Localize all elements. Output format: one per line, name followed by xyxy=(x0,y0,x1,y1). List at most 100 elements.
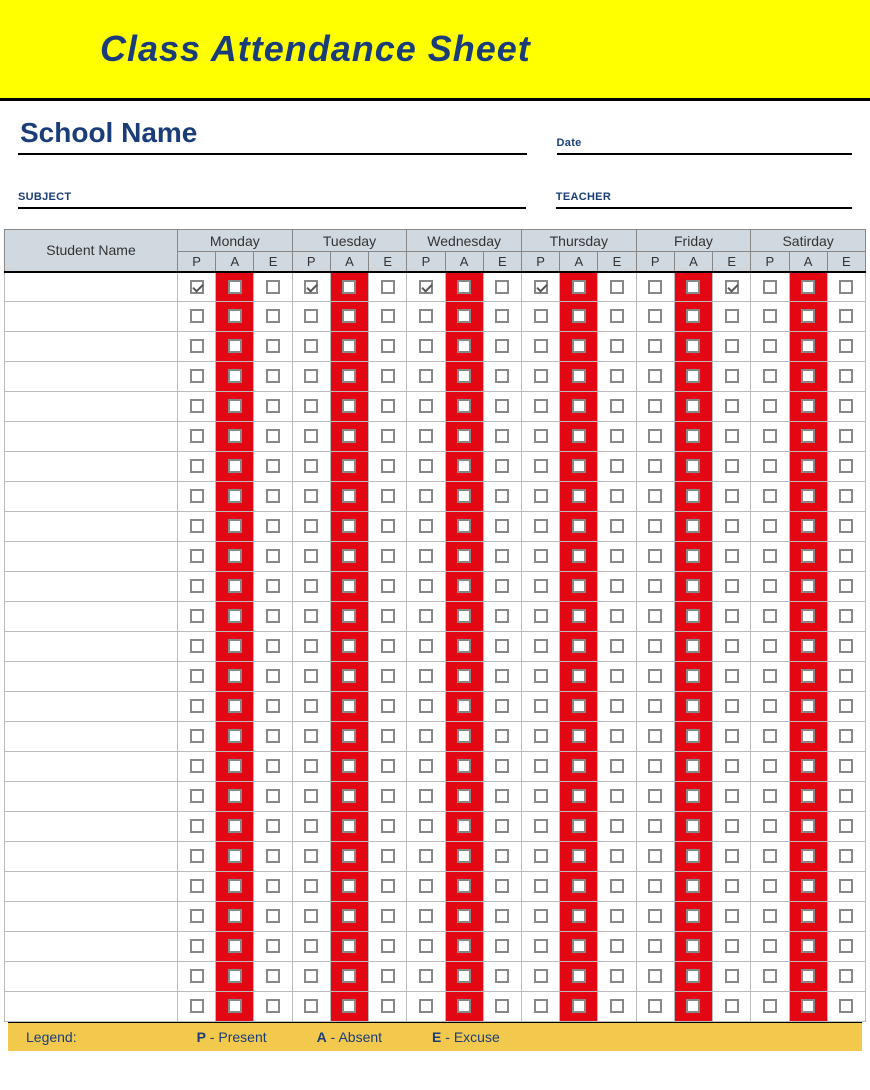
checkbox[interactable] xyxy=(686,280,700,294)
checkbox[interactable] xyxy=(381,579,395,593)
checkbox[interactable] xyxy=(725,849,739,863)
checkbox[interactable] xyxy=(572,969,586,983)
checkbox[interactable] xyxy=(457,909,471,923)
checkbox[interactable] xyxy=(342,999,356,1013)
checkbox[interactable] xyxy=(457,609,471,623)
checkbox[interactable] xyxy=(266,399,280,413)
checkbox[interactable] xyxy=(725,369,739,383)
checkbox[interactable] xyxy=(342,759,356,773)
checkbox[interactable] xyxy=(610,669,624,683)
checkbox[interactable] xyxy=(228,579,242,593)
checkbox[interactable] xyxy=(419,519,433,533)
checkbox[interactable] xyxy=(457,309,471,323)
checkbox[interactable] xyxy=(686,909,700,923)
checkbox[interactable] xyxy=(304,849,318,863)
checkbox[interactable] xyxy=(648,369,662,383)
checkbox[interactable] xyxy=(725,579,739,593)
checkbox[interactable] xyxy=(648,459,662,473)
checkbox[interactable] xyxy=(839,669,853,683)
checkbox[interactable] xyxy=(572,339,586,353)
checkbox[interactable] xyxy=(534,759,548,773)
checkbox[interactable] xyxy=(839,549,853,563)
checkbox[interactable] xyxy=(304,399,318,413)
checkbox[interactable] xyxy=(190,729,204,743)
checkbox[interactable] xyxy=(381,369,395,383)
checkbox[interactable] xyxy=(381,969,395,983)
checkbox[interactable] xyxy=(801,849,815,863)
checkbox[interactable] xyxy=(457,459,471,473)
checkbox[interactable] xyxy=(801,489,815,503)
checkbox[interactable] xyxy=(266,789,280,803)
checkbox[interactable] xyxy=(304,759,318,773)
checkbox[interactable] xyxy=(725,669,739,683)
checkbox[interactable] xyxy=(419,339,433,353)
student-name-cell[interactable] xyxy=(5,782,178,812)
checkbox[interactable] xyxy=(686,789,700,803)
checkbox[interactable] xyxy=(419,699,433,713)
checkbox[interactable] xyxy=(266,459,280,473)
checkbox[interactable] xyxy=(342,939,356,953)
checkbox[interactable] xyxy=(495,969,509,983)
checkbox[interactable] xyxy=(381,339,395,353)
checkbox[interactable] xyxy=(266,849,280,863)
checkbox[interactable] xyxy=(572,669,586,683)
checkbox[interactable] xyxy=(190,969,204,983)
checkbox[interactable] xyxy=(419,729,433,743)
checkbox[interactable] xyxy=(572,399,586,413)
checkbox[interactable] xyxy=(304,699,318,713)
checkbox[interactable] xyxy=(648,879,662,893)
student-name-cell[interactable] xyxy=(5,872,178,902)
checkbox[interactable] xyxy=(763,849,777,863)
checkbox[interactable] xyxy=(495,699,509,713)
checkbox[interactable] xyxy=(304,579,318,593)
checkbox[interactable] xyxy=(342,309,356,323)
checkbox[interactable] xyxy=(457,369,471,383)
checkbox[interactable] xyxy=(763,369,777,383)
checkbox[interactable] xyxy=(228,969,242,983)
checkbox[interactable] xyxy=(266,819,280,833)
student-name-cell[interactable] xyxy=(5,932,178,962)
checkbox[interactable] xyxy=(457,339,471,353)
student-name-cell[interactable] xyxy=(5,302,178,332)
checkbox[interactable] xyxy=(572,280,586,294)
checkbox[interactable] xyxy=(342,280,356,294)
checkbox[interactable] xyxy=(266,729,280,743)
checkbox[interactable] xyxy=(648,819,662,833)
checkbox[interactable] xyxy=(457,729,471,743)
checkbox[interactable] xyxy=(801,579,815,593)
checkbox[interactable] xyxy=(763,280,777,294)
checkbox[interactable] xyxy=(381,759,395,773)
checkbox[interactable] xyxy=(495,849,509,863)
checkbox[interactable] xyxy=(839,879,853,893)
subject-field[interactable]: SUBJECT xyxy=(18,181,526,209)
checkbox[interactable] xyxy=(495,369,509,383)
checkbox[interactable] xyxy=(610,729,624,743)
checkbox[interactable] xyxy=(686,399,700,413)
checkbox[interactable] xyxy=(266,969,280,983)
checkbox[interactable] xyxy=(686,939,700,953)
checkbox[interactable] xyxy=(228,669,242,683)
checkbox[interactable] xyxy=(572,519,586,533)
checkbox[interactable] xyxy=(342,609,356,623)
checkbox[interactable] xyxy=(610,399,624,413)
checkbox[interactable] xyxy=(572,729,586,743)
checkbox[interactable] xyxy=(610,969,624,983)
checkbox[interactable] xyxy=(610,999,624,1013)
checkbox[interactable] xyxy=(457,399,471,413)
checkbox[interactable] xyxy=(304,939,318,953)
checkbox[interactable] xyxy=(610,459,624,473)
checkbox[interactable] xyxy=(381,789,395,803)
checkbox[interactable] xyxy=(648,969,662,983)
student-name-cell[interactable] xyxy=(5,392,178,422)
checkbox[interactable] xyxy=(228,849,242,863)
checkbox[interactable] xyxy=(725,489,739,503)
checkbox[interactable] xyxy=(495,669,509,683)
checkbox[interactable] xyxy=(266,909,280,923)
checkbox[interactable] xyxy=(495,549,509,563)
checkbox[interactable] xyxy=(381,819,395,833)
checkbox[interactable] xyxy=(648,789,662,803)
checkbox[interactable] xyxy=(266,579,280,593)
checkbox[interactable] xyxy=(381,849,395,863)
checkbox[interactable] xyxy=(763,879,777,893)
student-name-cell[interactable] xyxy=(5,992,178,1022)
